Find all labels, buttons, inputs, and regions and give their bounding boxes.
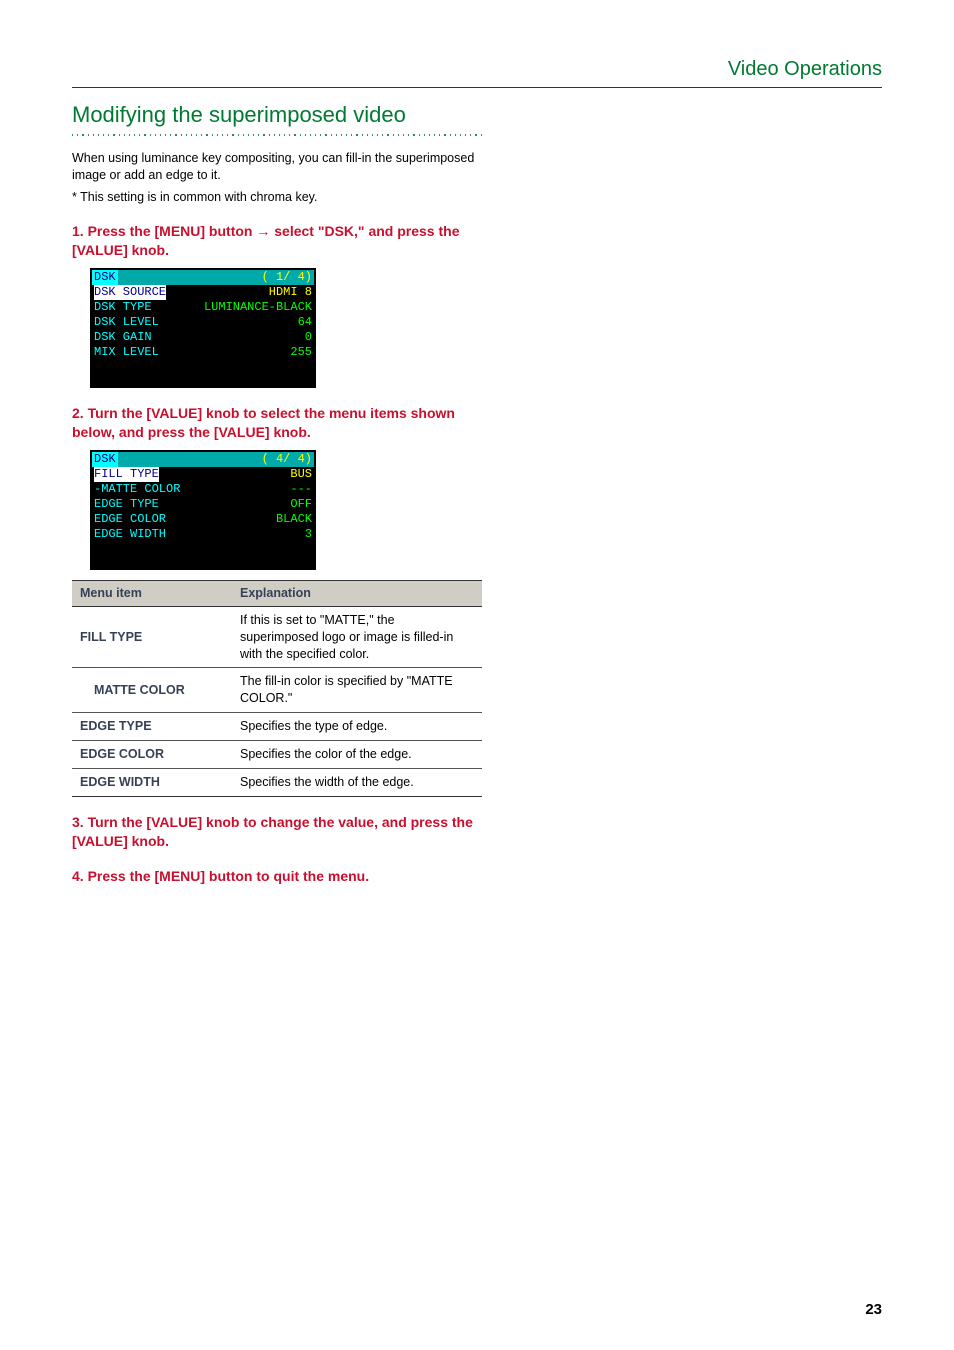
menu-row-key: EDGE TYPE xyxy=(94,497,159,512)
dotted-rule xyxy=(72,134,482,140)
table-cell-menu-item: MATTE COLOR xyxy=(72,668,232,713)
table-cell-menu-item: EDGE COLOR xyxy=(72,741,232,769)
menu-row: -MATTE COLOR --- xyxy=(92,482,314,497)
menu-row-key: EDGE COLOR xyxy=(94,512,166,527)
table-row: EDGE COLORSpecifies the color of the edg… xyxy=(72,741,482,769)
table-row: FILL TYPEIf this is set to "MATTE," the … xyxy=(72,606,482,668)
menu-row-value: LUMINANCE-BLACK xyxy=(204,300,312,315)
page-number: 23 xyxy=(865,1300,882,1320)
menu-screenshot: DSK ( 1/ 4) DSK SOURCE HDMI 8 DSK TYPE LUMINA… xyxy=(90,268,316,388)
table-row: EDGE TYPESpecifies the type of edge. xyxy=(72,713,482,741)
table-row: EDGE WIDTHSpecifies the width of the edg… xyxy=(72,768,482,796)
intro-text: When using luminance key compositing, yo… xyxy=(72,150,482,184)
header-section-title: Video Operations xyxy=(728,56,882,87)
table-header: Menu item xyxy=(72,580,232,606)
menu-row-value: 255 xyxy=(290,345,312,360)
menu-row-value: 0 xyxy=(305,330,312,345)
step-heading: 4. Press the [MENU] button to quit the m… xyxy=(72,867,482,886)
menu-title-left: DSK xyxy=(92,270,118,285)
menu-header: DSK ( 4/ 4) xyxy=(92,452,314,467)
menu-row-key: DSK LEVEL xyxy=(94,315,159,330)
step-number: 3. xyxy=(72,814,88,830)
main-column: Modifying the superimposed video When us… xyxy=(72,100,482,901)
menu-row-value: 64 xyxy=(298,315,312,330)
step: 4. Press the [MENU] button to quit the m… xyxy=(72,867,482,886)
menu-row-value: BUS xyxy=(290,467,312,482)
table-cell-explanation: Specifies the type of edge. xyxy=(232,713,482,741)
menu-row: FILL TYPE BUS xyxy=(92,467,314,482)
menu-items-table: Menu itemExplanationFILL TYPEIf this is … xyxy=(72,580,482,797)
table-cell-explanation: If this is set to "MATTE," the superimpo… xyxy=(232,606,482,668)
table-cell-menu-item: EDGE WIDTH xyxy=(72,768,232,796)
menu-row: EDGE TYPE OFF xyxy=(92,497,314,512)
menu-row-value: 3 xyxy=(305,527,312,542)
step-heading: 2. Turn the [VALUE] knob to select the m… xyxy=(72,404,482,442)
table-cell-menu-item: EDGE TYPE xyxy=(72,713,232,741)
menu-page-indicator: ( 1/ 4) xyxy=(260,270,314,285)
menu-row-key: EDGE WIDTH xyxy=(94,527,166,542)
menu-row-value: BLACK xyxy=(276,512,312,527)
table-cell-explanation: The fill-in color is specified by "MATTE… xyxy=(232,668,482,713)
menu-header: DSK ( 1/ 4) xyxy=(92,270,314,285)
table-header: Explanation xyxy=(232,580,482,606)
menu-row: EDGE COLOR BLACK xyxy=(92,512,314,527)
table-row: MATTE COLORThe fill-in color is specifie… xyxy=(72,668,482,713)
footnote-text: * This setting is in common with chroma … xyxy=(72,189,482,206)
menu-row-key: FILL TYPE xyxy=(94,467,159,482)
menu-row-value: --- xyxy=(290,482,312,497)
step-number: 4. xyxy=(72,868,88,884)
menu-row-value: OFF xyxy=(290,497,312,512)
step: 3. Turn the [VALUE] knob to change the v… xyxy=(72,813,482,851)
arrow-icon: → xyxy=(256,223,270,239)
menu-row: DSK SOURCE HDMI 8 xyxy=(92,285,314,300)
menu-row-key: DSK TYPE xyxy=(94,300,152,315)
header-bar: Video Operations xyxy=(72,56,882,88)
menu-row-key: -MATTE COLOR xyxy=(94,482,180,497)
section-title: Modifying the superimposed video xyxy=(72,100,482,130)
menu-screenshot: DSK( 4/ 4)FILL TYPEBUS -MATTE COLOR---ED… xyxy=(90,450,316,570)
step-heading: 3. Turn the [VALUE] knob to change the v… xyxy=(72,813,482,851)
menu-row: DSK TYPE LUMINANCE-BLACK xyxy=(92,300,314,315)
table-cell-explanation: Specifies the color of the edge. xyxy=(232,741,482,769)
steps-list: 1. Press the [MENU] button → select "DSK… xyxy=(72,222,482,885)
menu-page-indicator: ( 4/ 4) xyxy=(260,452,314,467)
menu-row-key: DSK GAIN xyxy=(94,330,152,345)
step-number: 2. xyxy=(72,405,88,421)
step-heading: 1. Press the [MENU] button → select "DSK… xyxy=(72,222,482,260)
menu-row-key: MIX LEVEL xyxy=(94,345,159,360)
step: 1. Press the [MENU] button → select "DSK… xyxy=(72,222,482,388)
menu-title-left: DSK xyxy=(92,452,118,467)
step-text: Turn the [VALUE] knob to select the menu… xyxy=(72,405,455,440)
step-number: 1. xyxy=(72,223,88,239)
step: 2. Turn the [VALUE] knob to select the m… xyxy=(72,404,482,797)
menu-row: DSK GAIN 0 xyxy=(92,330,314,345)
step-text: Press the [MENU] button xyxy=(88,223,257,239)
table-cell-explanation: Specifies the width of the edge. xyxy=(232,768,482,796)
menu-row-key: DSK SOURCE xyxy=(94,285,166,300)
step-text: Turn the [VALUE] knob to change the valu… xyxy=(72,814,473,849)
menu-row: DSK LEVEL 64 xyxy=(92,315,314,330)
menu-row-value: HDMI 8 xyxy=(269,285,312,300)
step-text: Press the [MENU] button to quit the menu… xyxy=(88,868,370,884)
table-cell-menu-item: FILL TYPE xyxy=(72,606,232,668)
menu-row: EDGE WIDTH 3 xyxy=(92,527,314,542)
menu-row: MIX LEVEL 255 xyxy=(92,345,314,360)
